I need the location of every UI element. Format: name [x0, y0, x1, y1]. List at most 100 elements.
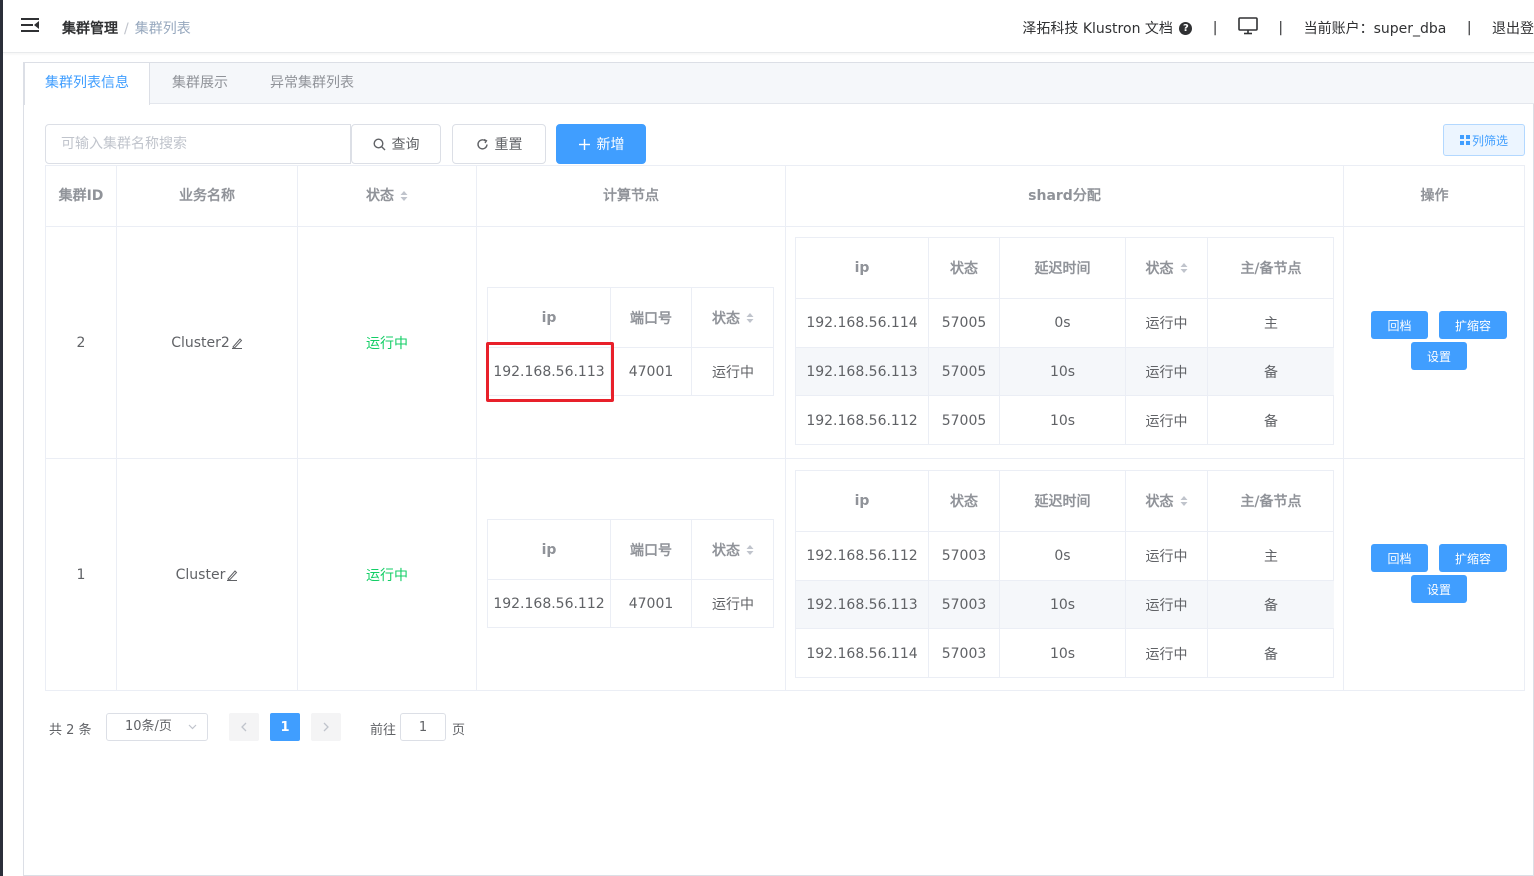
shard-col-port: 状态 — [929, 471, 1000, 532]
cell-cluster-id: 2 — [46, 227, 117, 459]
sort-caret-icon[interactable] — [1180, 262, 1188, 274]
sort-caret-icon[interactable] — [746, 312, 754, 324]
pagination-total: 共 2 条 — [49, 723, 92, 738]
divider: | — [1278, 20, 1284, 36]
shard-role: 主 — [1208, 532, 1334, 581]
refresh-icon — [476, 138, 488, 150]
page-size-value: 10条/页 — [125, 719, 172, 734]
shard-col-ip: ip — [796, 471, 929, 532]
search-input[interactable] — [45, 124, 351, 164]
shard-role: 备 — [1208, 348, 1334, 396]
shard-ip: 192.168.56.113 — [796, 581, 929, 629]
shard-status: 运行中 — [1126, 581, 1208, 629]
reset-button-label: 重置 — [494, 137, 523, 153]
shard-col-status[interactable]: 状态 — [1126, 471, 1208, 532]
edit-icon[interactable] — [226, 569, 238, 581]
account-label: 当前账户：super_dba — [1303, 21, 1447, 37]
shard-status: 运行中 — [1126, 299, 1208, 348]
shard-status: 运行中 — [1126, 348, 1208, 396]
reset-button[interactable]: 重置 — [452, 124, 546, 164]
tab-abnormal-clusters[interactable]: 异常集群列表 — [250, 63, 374, 104]
page-size-select[interactable]: 10条/页 — [106, 713, 208, 741]
scale-button[interactable]: 扩缩容 — [1439, 544, 1507, 572]
breadcrumb-item-cluster-mgmt[interactable]: 集群管理 — [62, 21, 118, 37]
menu-fold-icon[interactable] — [21, 17, 39, 33]
tab-bar: 集群列表信息 集群展示 异常集群列表 — [24, 63, 1534, 105]
compute-col-status[interactable]: 状态 — [692, 520, 774, 580]
sort-caret-icon[interactable] — [746, 544, 754, 556]
tab-cluster-list-info[interactable]: 集群列表信息 — [24, 63, 150, 105]
shard-ip: 192.168.56.113 — [796, 348, 929, 396]
chevron-left-icon — [241, 722, 247, 732]
shard-ip: 192.168.56.112 — [796, 396, 929, 445]
edit-icon[interactable] — [231, 337, 243, 349]
scale-button[interactable]: 扩缩容 — [1439, 311, 1507, 339]
shard-table: ip 状态 延迟时间 状态 主/备节点 192.168.56.112 57003… — [795, 470, 1334, 678]
top-navbar: 集群管理 / 集群列表 泽拓科技 Klustron 文档 ? | | 当前账户：su… — [3, 0, 1534, 53]
cell-cluster-status: 运行中 — [298, 227, 477, 459]
tab-cluster-display[interactable]: 集群展示 — [152, 63, 248, 104]
compute-port: 47001 — [611, 580, 692, 628]
col-header-id: 集群ID — [46, 166, 117, 227]
compute-col-status[interactable]: 状态 — [692, 288, 774, 348]
shard-role: 备 — [1264, 413, 1278, 430]
sort-caret-icon[interactable] — [1180, 495, 1188, 507]
col-header-ops: 操作 — [1344, 166, 1525, 227]
query-button-label: 查询 — [391, 137, 420, 153]
settings-button[interactable]: 设置 — [1411, 342, 1467, 370]
col-header-status-label: 状态 — [366, 188, 394, 204]
rollback-button[interactable]: 回档 — [1371, 311, 1428, 339]
cell-cluster-status: 运行中 — [298, 459, 477, 691]
shard-delay: 0s — [1000, 299, 1126, 348]
shard-col-ip: ip — [796, 238, 929, 299]
compute-col-status-label: 状态 — [712, 542, 740, 559]
column-filter-button[interactable]: 列筛选 — [1443, 124, 1525, 156]
shard-col-port: 状态 — [929, 238, 1000, 299]
divider: | — [1466, 20, 1472, 36]
shard-port: 57005 — [929, 299, 1000, 348]
monitor-icon[interactable] — [1238, 17, 1258, 39]
shard-col-status[interactable]: 状态 — [1126, 238, 1208, 299]
search-icon — [372, 137, 385, 150]
query-button[interactable]: 查询 — [351, 124, 441, 164]
shard-delay: 0s — [1000, 532, 1126, 581]
goto-label: 前往 — [370, 723, 397, 738]
shard-port: 57003 — [929, 581, 1000, 629]
shard-port: 57003 — [929, 629, 1000, 678]
compute-ip: 192.168.56.112 — [488, 580, 611, 628]
col-header-shard: shard分配 — [786, 166, 1344, 227]
cell-cluster-id: 1 — [46, 459, 117, 691]
shard-port: 57003 — [929, 532, 1000, 581]
shard-role: 主 — [1208, 299, 1334, 348]
shard-delay: 10s — [1000, 581, 1126, 629]
add-button-label: 新增 — [596, 137, 625, 153]
chevron-down-icon — [188, 714, 197, 750]
header-right-menu: 泽拓科技 Klustron 文档 ? | | 当前账户：super_dba | … — [1022, 17, 1534, 39]
shard-col-status-label: 状态 — [1145, 261, 1174, 277]
main-card: 集群列表信息 集群展示 异常集群列表 查询 重置 新增 列筛选 集群ID 业务名… — [23, 62, 1534, 876]
add-button[interactable]: 新增 — [556, 124, 646, 164]
help-circle-icon[interactable]: ? — [1179, 21, 1193, 35]
sort-caret-icon[interactable] — [400, 190, 408, 202]
compute-col-port: 端口号 — [611, 288, 692, 348]
page-1-button[interactable]: 1 — [270, 713, 300, 741]
next-page-button[interactable] — [311, 713, 341, 741]
col-header-compute: 计算节点 — [477, 166, 786, 227]
logout-link[interactable]: 退出登 — [1492, 21, 1534, 37]
cell-cluster-name: Cluster — [117, 459, 298, 691]
shard-port: 57005 — [929, 396, 1000, 445]
shard-table: ip 状态 延迟时间 状态 主/备节点 192.168.56.114 57005… — [795, 237, 1334, 445]
rollback-button[interactable]: 回档 — [1371, 544, 1428, 572]
shard-ip: 192.168.56.112 — [796, 532, 929, 581]
goto-page-input[interactable] — [400, 713, 446, 741]
compute-status: 运行中 — [712, 597, 754, 613]
compute-col-port: 端口号 — [611, 520, 692, 580]
divider: | — [1212, 20, 1218, 36]
breadcrumb-item-cluster-list: 集群列表 — [134, 21, 191, 37]
shard-col-role: 主/备节点 — [1208, 471, 1334, 532]
shard-col-delay: 延迟时间 — [1000, 238, 1126, 299]
prev-page-button[interactable] — [229, 713, 259, 741]
settings-button[interactable]: 设置 — [1411, 575, 1467, 603]
col-header-status[interactable]: 状态 — [298, 166, 477, 227]
docs-link[interactable]: 泽拓科技 Klustron 文档 — [1022, 21, 1173, 37]
